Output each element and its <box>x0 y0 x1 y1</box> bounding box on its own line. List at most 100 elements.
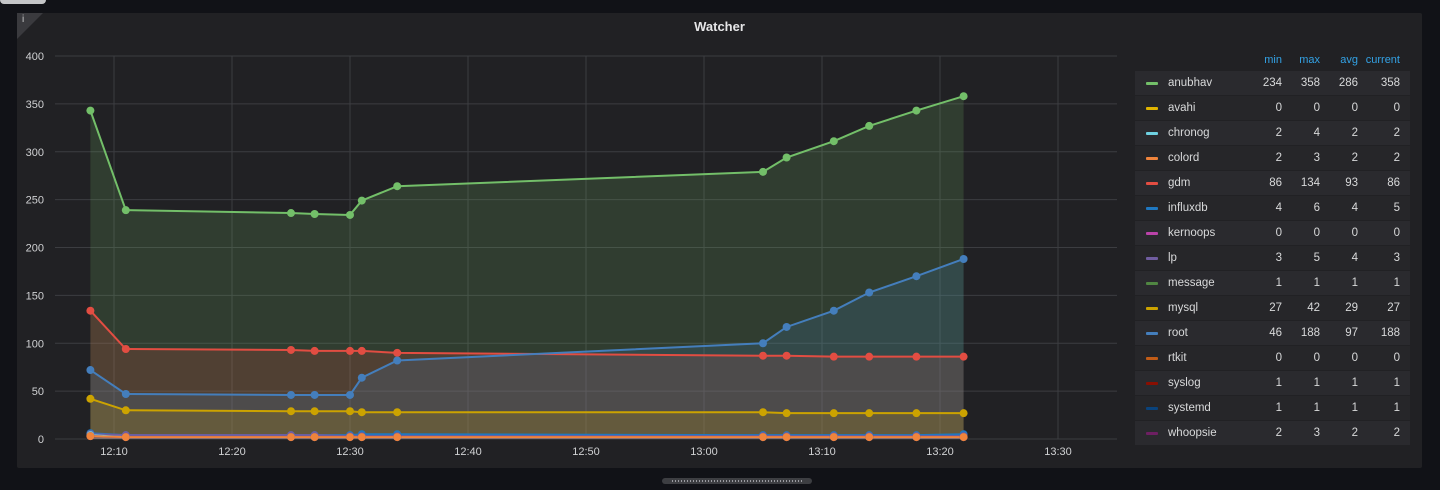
legend-header-max[interactable]: max <box>1282 54 1320 66</box>
data-point-anubhav <box>912 106 921 115</box>
legend-swatch[interactable] <box>1146 381 1158 385</box>
y-tick-label: 100 <box>26 338 44 350</box>
data-point-root <box>829 306 838 315</box>
legend-series-name[interactable]: influxdb <box>1168 202 1250 214</box>
legend-series-name[interactable]: anubhav <box>1168 77 1250 89</box>
legend-row-systemd[interactable]: systemd 1 1 1 1 <box>1135 396 1410 421</box>
legend-value-current: 2 <box>1393 152 1400 164</box>
legend-series-name[interactable]: kernoops <box>1168 227 1250 239</box>
legend-value-max: 1 <box>1313 377 1320 389</box>
legend-swatch[interactable] <box>1146 256 1158 260</box>
legend-series-name[interactable]: chronog <box>1168 127 1250 139</box>
legend-swatch[interactable] <box>1146 306 1158 310</box>
legend-value-avg: 0 <box>1351 227 1358 239</box>
legend-swatch[interactable] <box>1146 331 1158 335</box>
legend-swatch[interactable] <box>1146 106 1158 110</box>
legend-value-min: 1 <box>1275 277 1282 289</box>
scrollbar-grip[interactable] <box>672 480 802 482</box>
y-tick-label: 400 <box>26 51 44 63</box>
data-point-anubhav <box>310 209 319 218</box>
data-point-colord <box>865 433 874 442</box>
legend-series-name[interactable]: avahi <box>1168 102 1250 114</box>
legend-series-name[interactable]: colord <box>1168 152 1250 164</box>
legend-value-avg: 0 <box>1351 102 1358 114</box>
legend-swatch[interactable] <box>1146 156 1158 160</box>
legend-swatch[interactable] <box>1146 206 1158 210</box>
legend-series-name[interactable]: message <box>1168 277 1250 289</box>
legend-swatch[interactable] <box>1146 431 1158 435</box>
data-point-colord <box>829 433 838 442</box>
legend-series-name[interactable]: whoopsie <box>1168 427 1250 439</box>
data-point-mysql <box>357 408 366 417</box>
data-point-root <box>346 390 354 399</box>
data-point-gdm <box>287 345 295 354</box>
legend-row-influxdb[interactable]: influxdb 4 6 4 5 <box>1135 196 1410 221</box>
legend-row-root[interactable]: root 46 188 97 188 <box>1135 321 1410 346</box>
data-point-root <box>782 322 791 331</box>
data-point-root <box>310 390 319 399</box>
legend-row-chronog[interactable]: chronog 2 4 2 2 <box>1135 121 1410 146</box>
legend-value-min: 86 <box>1269 177 1282 189</box>
legend-swatch[interactable] <box>1146 231 1158 235</box>
legend-value-min: 1 <box>1275 377 1282 389</box>
legend-header-min[interactable]: min <box>1250 54 1282 66</box>
legend-series-name[interactable]: root <box>1168 327 1250 339</box>
horizontal-scrollbar[interactable] <box>662 478 812 484</box>
legend-header-current[interactable]: current <box>1358 54 1410 66</box>
legend-value-current: 27 <box>1387 302 1400 314</box>
data-point-anubhav <box>357 196 366 205</box>
data-point-gdm <box>865 352 874 361</box>
data-point-gdm <box>346 346 354 355</box>
data-point-mysql <box>346 407 354 416</box>
data-point-gdm <box>912 352 921 361</box>
data-point-root <box>393 356 402 365</box>
legend-series-name[interactable]: syslog <box>1168 377 1250 389</box>
legend-series-name[interactable]: systemd <box>1168 402 1250 414</box>
legend-value-avg: 97 <box>1345 327 1358 339</box>
legend-row-message[interactable]: message 1 1 1 1 <box>1135 271 1410 296</box>
legend-value-max: 1 <box>1313 402 1320 414</box>
legend-swatch[interactable] <box>1146 81 1158 85</box>
legend-row-lp[interactable]: lp 3 5 4 3 <box>1135 246 1410 271</box>
data-point-root <box>759 339 767 348</box>
legend-value-current: 2 <box>1393 427 1400 439</box>
data-point-root <box>912 272 921 281</box>
legend-value-avg: 2 <box>1351 152 1358 164</box>
y-tick-label: 350 <box>26 99 44 111</box>
data-point-anubhav <box>86 106 95 115</box>
data-point-gdm <box>393 348 402 357</box>
chart-plot: 0 50 100 150 200 250 300 350 400 12:10 12:20 12:30 1… <box>26 51 1117 458</box>
legend-value-max: 188 <box>1300 327 1320 339</box>
legend-series-name[interactable]: rtkit <box>1168 352 1250 364</box>
legend-swatch[interactable] <box>1146 406 1158 410</box>
legend-series-name[interactable]: mysql <box>1168 302 1250 314</box>
legend-row-anubhav[interactable]: anubhav 234 358 286 358 <box>1135 71 1410 96</box>
legend-value-current: 0 <box>1393 227 1400 239</box>
legend-row-whoopsie[interactable]: whoopsie 2 3 2 2 <box>1135 421 1410 446</box>
legend-row-avahi[interactable]: avahi 0 0 0 0 <box>1135 96 1410 121</box>
legend-swatch[interactable] <box>1146 131 1158 135</box>
data-point-gdm <box>829 352 838 361</box>
data-point-colord <box>357 433 366 442</box>
data-point-gdm <box>357 346 366 355</box>
legend-row-kernoops[interactable]: kernoops 0 0 0 0 <box>1135 221 1410 246</box>
legend-value-current: 2 <box>1393 127 1400 139</box>
legend-row-mysql[interactable]: mysql 27 42 29 27 <box>1135 296 1410 321</box>
legend-swatch[interactable] <box>1146 281 1158 285</box>
data-point-gdm <box>782 351 791 360</box>
legend-swatch[interactable] <box>1146 356 1158 360</box>
legend-series-name[interactable]: gdm <box>1168 177 1250 189</box>
data-point-mysql <box>310 407 319 416</box>
legend-row-gdm[interactable]: gdm 86 134 93 86 <box>1135 171 1410 196</box>
legend-row-syslog[interactable]: syslog 1 1 1 1 <box>1135 371 1410 396</box>
y-tick-label: 50 <box>32 386 44 398</box>
legend-value-max: 134 <box>1300 177 1320 189</box>
legend-header-avg[interactable]: avg <box>1320 54 1358 66</box>
data-point-anubhav <box>865 121 874 130</box>
legend-row-rtkit[interactable]: rtkit 0 0 0 0 <box>1135 346 1410 371</box>
legend-value-current: 0 <box>1393 102 1400 114</box>
y-tick-label: 200 <box>26 243 44 255</box>
legend-series-name[interactable]: lp <box>1168 252 1250 264</box>
legend-swatch[interactable] <box>1146 181 1158 185</box>
legend-row-colord[interactable]: colord 2 3 2 2 <box>1135 146 1410 171</box>
